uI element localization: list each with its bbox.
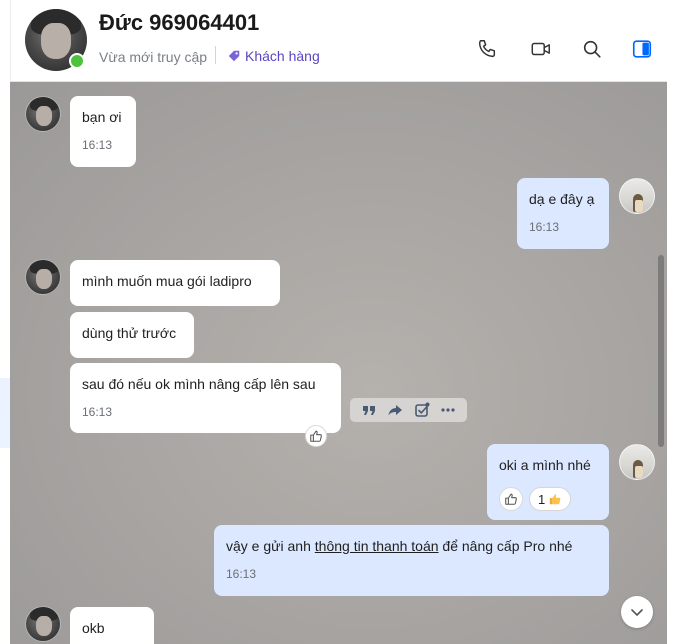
search-button[interactable] bbox=[579, 36, 605, 62]
message-time: 16:13 bbox=[82, 138, 113, 152]
message-text-before-link: vậy e gửi anh bbox=[226, 538, 315, 554]
online-status-dot bbox=[69, 53, 85, 69]
forward-icon[interactable] bbox=[387, 402, 403, 418]
payment-info-link[interactable]: thông tin thanh toán bbox=[315, 538, 439, 554]
message-text: okb bbox=[82, 620, 105, 636]
message-time: 16:13 bbox=[82, 405, 113, 419]
reaction-count: 1 bbox=[538, 491, 546, 507]
sidebar-toggle-icon bbox=[632, 40, 652, 58]
chat-header: Đức 969064401 Vừa mới truy cập Khách hàn… bbox=[10, 0, 667, 82]
contact-avatar-small[interactable] bbox=[25, 259, 61, 295]
message-list[interactable]: bạn ơi 16:13 dạ e đây ạ 16:13 mình muốn … bbox=[10, 82, 667, 644]
message-text: mình muốn mua gói ladipro bbox=[82, 273, 252, 289]
selected-conversation-edge bbox=[0, 378, 10, 448]
customer-tag[interactable]: Khách hàng bbox=[227, 48, 320, 64]
last-active-status: Vừa mới truy cập bbox=[99, 49, 208, 65]
avatar-face bbox=[36, 269, 52, 289]
contact-name[interactable]: Đức 969064401 bbox=[99, 10, 259, 36]
contact-avatar-small[interactable] bbox=[25, 606, 61, 642]
message-text: sau đó nếu ok mình nâng cấp lên sau bbox=[82, 376, 316, 392]
avatar-figure-detail bbox=[635, 466, 643, 478]
video-call-button[interactable] bbox=[528, 36, 554, 62]
avatar-face bbox=[36, 106, 52, 126]
message-action-bar bbox=[350, 398, 467, 422]
header-divider bbox=[215, 46, 216, 64]
video-call-icon bbox=[531, 42, 550, 56]
more-icon[interactable] bbox=[440, 402, 456, 418]
customer-tag-label: Khách hàng bbox=[245, 48, 320, 64]
thumbs-up-emoji-icon bbox=[549, 494, 561, 505]
toggle-info-panel-button[interactable] bbox=[629, 36, 655, 62]
scrollbar-thumb[interactable] bbox=[658, 255, 664, 447]
add-reaction-button[interactable] bbox=[499, 487, 523, 511]
message-bubble-outgoing[interactable]: dạ e đây ạ 16:13 bbox=[517, 178, 609, 249]
scroll-to-bottom-button[interactable] bbox=[621, 596, 653, 628]
contact-avatar-small[interactable] bbox=[25, 96, 61, 132]
tag-icon bbox=[228, 50, 240, 62]
search-icon bbox=[583, 40, 601, 58]
message-bubble-incoming[interactable]: mình muốn mua gói ladipro bbox=[70, 260, 280, 306]
phone-call-button[interactable] bbox=[474, 36, 500, 62]
message-text: dạ e đây ạ bbox=[529, 191, 595, 207]
reaction-summary[interactable]: 1 bbox=[529, 487, 572, 511]
avatar-figure-detail bbox=[635, 200, 643, 212]
avatar-face bbox=[41, 23, 71, 59]
thumbs-up-icon bbox=[310, 430, 322, 442]
message-bubble-incoming[interactable]: dùng thử trước bbox=[70, 312, 194, 358]
right-panel-edge bbox=[667, 0, 673, 644]
message-text: oki a mình nhé bbox=[499, 457, 591, 473]
chat-window: Đức 969064401 Vừa mới truy cập Khách hàn… bbox=[0, 0, 673, 644]
quote-icon[interactable] bbox=[361, 402, 377, 418]
message-time: 16:13 bbox=[226, 567, 257, 581]
message-text-after-link: để nâng cấp Pro nhé bbox=[438, 538, 573, 554]
my-avatar-small[interactable] bbox=[619, 444, 655, 480]
message-bubble-incoming[interactable]: okb bbox=[70, 607, 154, 644]
thumbs-up-icon bbox=[505, 493, 517, 505]
left-panel-edge bbox=[0, 0, 10, 644]
message-text: dùng thử trước bbox=[82, 325, 177, 341]
my-avatar-small[interactable] bbox=[619, 178, 655, 214]
phone-icon bbox=[478, 40, 496, 58]
avatar-face bbox=[36, 616, 52, 636]
message-bubble-outgoing[interactable]: vậy e gửi anh thông tin thanh toán để nâ… bbox=[214, 525, 609, 596]
message-bubble-incoming[interactable]: sau đó nếu ok mình nâng cấp lên sau 16:1… bbox=[70, 363, 341, 433]
message-time: 16:13 bbox=[529, 220, 560, 234]
message-text: bạn ơi bbox=[82, 109, 122, 125]
chevron-down-icon bbox=[631, 609, 643, 616]
select-message-icon[interactable] bbox=[414, 402, 430, 418]
add-reaction-button[interactable] bbox=[305, 425, 327, 447]
message-bubble-incoming[interactable]: bạn ơi 16:13 bbox=[70, 96, 136, 167]
